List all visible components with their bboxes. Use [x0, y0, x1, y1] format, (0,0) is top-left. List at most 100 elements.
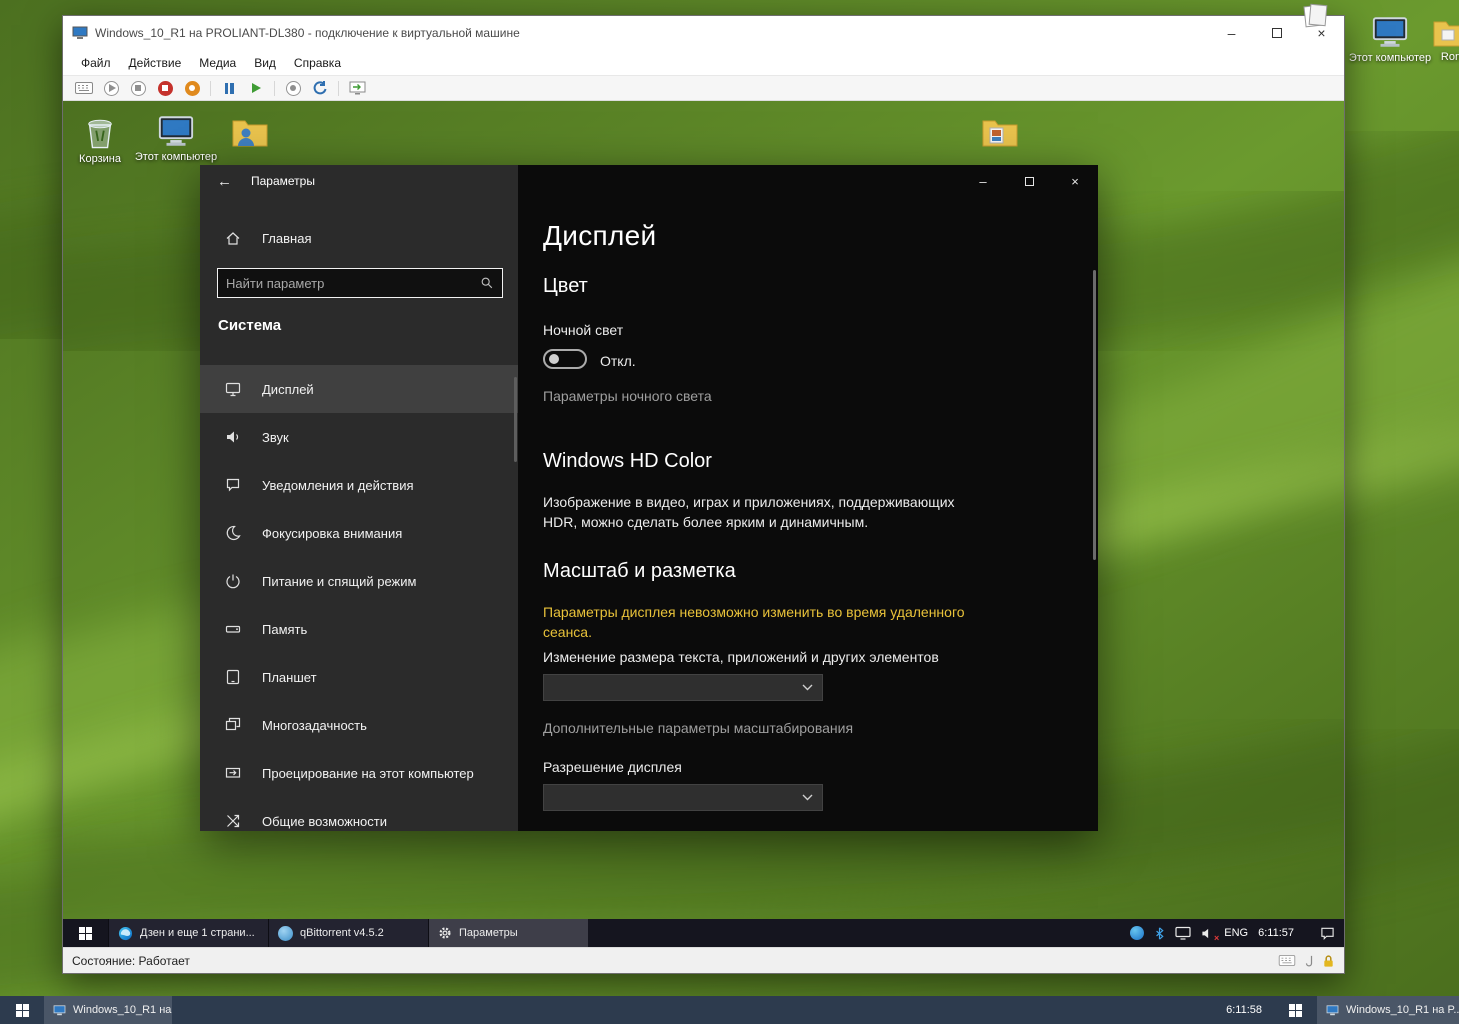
host-start-button[interactable] [0, 996, 44, 1024]
taskbar-button-browser[interactable]: Дзен и еще 1 страни... [108, 919, 268, 947]
night-light-settings-link[interactable]: Параметры ночного света [543, 387, 712, 407]
sidebar-scrollbar[interactable] [514, 377, 517, 462]
action-center-icon[interactable] [1320, 926, 1335, 940]
sidebar-item-label: Дисплей [262, 382, 314, 397]
color-section-header: Цвет [543, 275, 588, 298]
pause-icon [225, 83, 234, 94]
sidebar-item-notifications[interactable]: Уведомления и действия [200, 461, 518, 509]
windows-logo-icon [16, 1004, 29, 1017]
save-icon [189, 85, 195, 91]
language-indicator[interactable]: ENG [1224, 927, 1248, 939]
ctrl-alt-del-button[interactable] [75, 79, 93, 97]
sidebar-item-label: Звук [262, 430, 289, 445]
vm-menubar: Файл Действие Медиа Вид Справка [63, 50, 1344, 76]
vm-window-titlebar[interactable]: Windows_10_R1 на PROLIANT-DL380 - подклю… [63, 16, 1344, 50]
resume-button[interactable] [247, 79, 265, 97]
tray-app-icon[interactable] [1130, 926, 1144, 940]
back-icon[interactable]: ← [217, 173, 232, 190]
host-desktop-icon-folder[interactable]: Ron [1414, 16, 1459, 63]
chevron-down-icon [802, 794, 813, 801]
taskbar-button-label: Windows_10_R1 на P... [73, 1004, 172, 1016]
start-vm-button[interactable] [102, 79, 120, 97]
maximize-button[interactable] [1006, 165, 1052, 197]
toolbar-separator [338, 81, 339, 96]
checkpoint-icon [290, 85, 296, 91]
sidebar-item-label: Многозадачность [262, 718, 367, 733]
sidebar-item-focus-assist[interactable]: Фокусировка внимания [200, 509, 518, 557]
play-icon [109, 84, 116, 92]
resolution-label: Разрешение дисплея [543, 758, 682, 778]
taskbar-button-label: qBittorrent v4.5.2 [300, 927, 384, 939]
sidebar-item-sound[interactable]: Звук [200, 413, 518, 461]
sidebar-item-storage[interactable]: Память [200, 605, 518, 653]
power-icon [225, 573, 241, 589]
focus-assist-icon [225, 525, 241, 541]
sidebar-item-multitasking[interactable]: Многозадачность [200, 701, 518, 749]
night-light-toggle[interactable] [543, 349, 587, 369]
vm-window-icon [1326, 1005, 1339, 1016]
host-start-button-secondary[interactable] [1273, 996, 1317, 1024]
vm-desktop-icon-this-pc[interactable]: Этот компьютер [139, 115, 213, 163]
minimize-button[interactable]: – [1209, 16, 1254, 50]
advanced-scaling-link[interactable]: Дополнительные параметры масштабирования [543, 719, 853, 739]
vm-statusbar: Состояние: Работает [63, 947, 1344, 973]
search-input[interactable] [218, 276, 472, 291]
scale-dropdown[interactable] [543, 674, 823, 701]
start-button[interactable] [63, 919, 108, 947]
resolution-dropdown[interactable] [543, 784, 823, 811]
shut-down-button[interactable] [156, 79, 174, 97]
vm-desktop-icon-recycle-bin[interactable]: Корзина [63, 115, 137, 165]
settings-window: ← Параметры Главная [200, 165, 1098, 831]
taskbar-button-qbittorrent[interactable]: qBittorrent v4.5.2 [268, 919, 428, 947]
storage-icon [225, 621, 241, 637]
menu-file[interactable]: Файл [72, 52, 120, 74]
bluetooth-icon[interactable] [1154, 926, 1165, 941]
taskbar-button-settings[interactable]: Параметры [428, 919, 588, 947]
host-taskbar-button-vm[interactable]: Windows_10_R1 на P... [44, 996, 172, 1024]
mute-x-icon: × [1214, 933, 1219, 943]
clip-icon [1304, 953, 1314, 968]
menu-action[interactable]: Действие [120, 52, 191, 74]
shared-experiences-icon [225, 813, 241, 829]
toolbar-separator [274, 81, 275, 96]
sidebar-item-display[interactable]: Дисплей [200, 365, 518, 413]
sidebar-section-header: Система [218, 317, 281, 334]
windows-logo-icon [79, 927, 92, 940]
checkpoint-button[interactable] [284, 79, 302, 97]
maximize-button[interactable] [1254, 16, 1299, 50]
enhanced-session-button[interactable] [348, 79, 366, 97]
sidebar-item-home[interactable]: Главная [200, 221, 518, 255]
close-button[interactable]: × [1052, 165, 1098, 197]
desktop-icon-label: Корзина [79, 153, 121, 165]
host-clock[interactable]: 6:11:58 [1215, 996, 1273, 1024]
network-icon[interactable] [1175, 926, 1191, 940]
host-taskbar: Windows_10_R1 на P... 6:11:58 Windows_10… [0, 996, 1459, 1024]
sidebar-nav: Дисплей Звук Уведомления и действия [200, 365, 518, 831]
revert-button[interactable] [311, 79, 329, 97]
sidebar-item-power-sleep[interactable]: Питание и спящий режим [200, 557, 518, 605]
hdr-description: Изображение в видео, играх и приложениях… [543, 493, 975, 532]
vm-desktop-icon-user-folder[interactable] [213, 115, 287, 148]
scale-section-header: Масштаб и разметка [543, 560, 736, 583]
sidebar-item-tablet[interactable]: Планшет [200, 653, 518, 701]
menu-help[interactable]: Справка [285, 52, 350, 74]
menu-view[interactable]: Вид [245, 52, 285, 74]
vm-clock[interactable]: 6:11:57 [1258, 927, 1294, 939]
vm-desktop-icon-photos-folder[interactable] [963, 115, 1037, 148]
pause-button[interactable] [220, 79, 238, 97]
settings-window-controls: – × [960, 165, 1098, 197]
menu-media[interactable]: Медиа [190, 52, 245, 74]
sidebar-item-projecting[interactable]: Проецирование на этот компьютер [200, 749, 518, 797]
volume-muted-icon[interactable]: × [1201, 927, 1214, 940]
minimize-button[interactable]: – [960, 165, 1006, 197]
content-scrollbar[interactable] [1093, 270, 1096, 560]
save-state-button[interactable] [183, 79, 201, 97]
search-icon[interactable] [472, 276, 502, 290]
turn-off-button[interactable] [129, 79, 147, 97]
host-taskbar-button-vm-secondary[interactable]: Windows_10_R1 на P... [1317, 996, 1459, 1024]
sidebar-item-shared-experiences[interactable]: Общие возможности [200, 797, 518, 831]
vm-window-title: Windows_10_R1 на PROLIANT-DL380 - подклю… [95, 26, 520, 40]
display-icon [225, 381, 241, 397]
sidebar-item-label: Планшет [262, 670, 317, 685]
vm-screen: Корзина Этот компьютер [63, 101, 1344, 947]
